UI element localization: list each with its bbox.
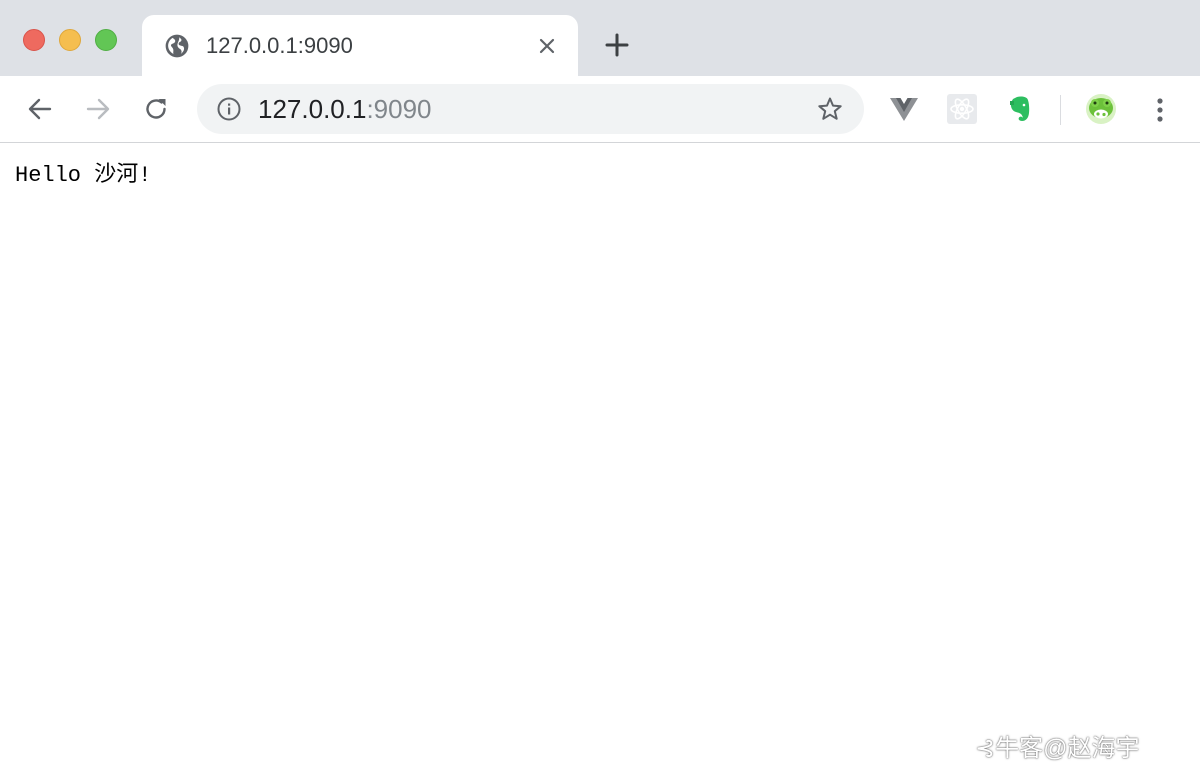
url-host: 127.0.0.1 — [258, 94, 367, 124]
url-text[interactable]: 127.0.0.1:9090 — [258, 95, 432, 123]
tab-strip: 127.0.0.1:9090 — [0, 0, 1200, 76]
react-devtools-icon[interactable] — [946, 93, 978, 125]
frog-extension-icon[interactable] — [1085, 93, 1117, 125]
watermark-text: 牛客@赵海宇 — [995, 735, 1140, 762]
site-info-icon[interactable] — [216, 96, 242, 122]
tab-active[interactable]: 127.0.0.1:9090 — [142, 15, 578, 76]
watermark: ⊰牛客@赵海宇 — [975, 735, 1140, 762]
close-window-button[interactable] — [23, 29, 45, 51]
back-button[interactable] — [25, 94, 55, 124]
vue-devtools-icon[interactable] — [888, 93, 920, 125]
close-tab-icon[interactable] — [536, 35, 558, 57]
globe-icon — [165, 34, 189, 58]
minimize-window-button[interactable] — [59, 29, 81, 51]
zoom-window-button[interactable] — [95, 29, 117, 51]
page-content: Hello 沙河! — [0, 144, 1200, 772]
reload-button[interactable] — [141, 94, 171, 124]
toolbar-separator — [1060, 95, 1061, 125]
forward-button[interactable] — [83, 94, 113, 124]
tab-title: 127.0.0.1:9090 — [206, 33, 353, 58]
url-port: :9090 — [366, 94, 432, 124]
address-bar[interactable]: 127.0.0.1:9090 — [197, 84, 864, 134]
page-body-text: Hello 沙河! — [15, 163, 152, 188]
bookmark-star-icon[interactable] — [816, 95, 844, 123]
browser-window: 127.0.0.1:9090 127.0.0.1:9090 Hello 沙河! … — [0, 0, 1200, 772]
browser-toolbar: 127.0.0.1:9090 — [0, 76, 1200, 143]
more-menu-icon[interactable] — [1148, 95, 1172, 125]
evernote-icon[interactable] — [1004, 93, 1036, 125]
new-tab-button[interactable] — [603, 31, 631, 59]
